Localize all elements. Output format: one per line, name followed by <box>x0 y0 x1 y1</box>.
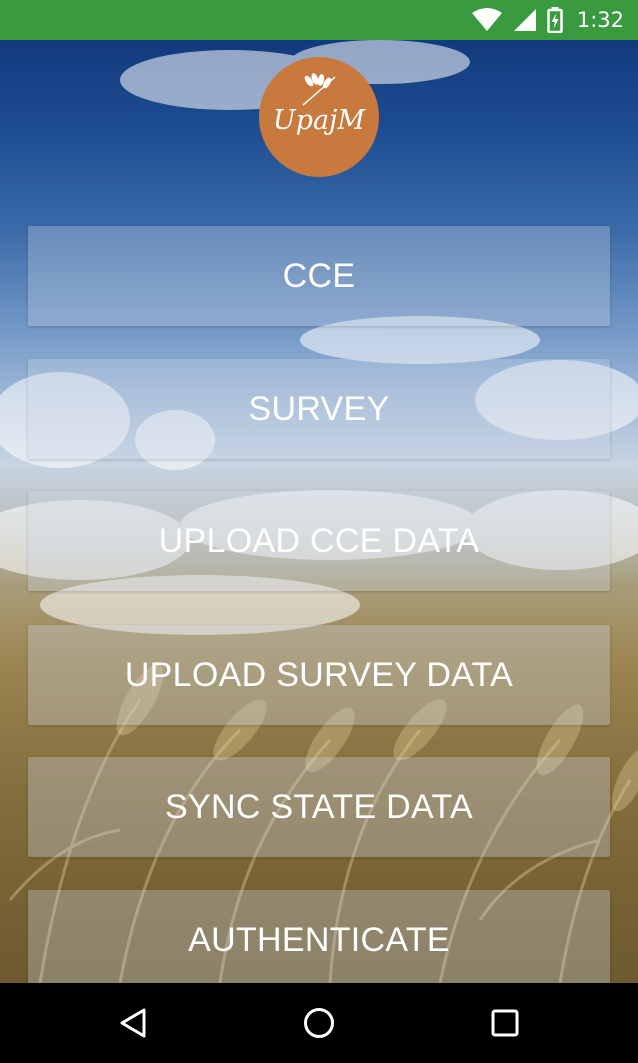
cellular-signal-icon <box>513 8 537 32</box>
survey-button[interactable]: SURVEY <box>28 359 610 459</box>
wheat-icon <box>302 73 336 106</box>
back-icon[interactable] <box>118 1007 150 1043</box>
logo-text: UpajM <box>272 105 366 136</box>
upload-cce-data-button[interactable]: UPLOAD CCE DATA <box>28 491 610 591</box>
status-bar: 1:32 <box>0 0 638 40</box>
app-logo: UpajM <box>259 57 379 177</box>
status-time: 1:32 <box>576 8 624 32</box>
authenticate-button[interactable]: AUTHENTICATE <box>28 890 610 983</box>
navigation-bar <box>0 983 638 1063</box>
sync-state-data-button[interactable]: SYNC STATE DATA <box>28 757 610 857</box>
battery-charging-icon <box>547 7 563 33</box>
upload-survey-data-button[interactable]: UPLOAD SURVEY DATA <box>28 625 610 725</box>
wifi-icon <box>471 8 503 32</box>
recents-icon[interactable] <box>490 1007 520 1043</box>
main-screen: UpajM CCE SURVEY UPLOAD CCE DATA UPLOAD … <box>0 40 638 983</box>
home-icon[interactable] <box>302 1007 336 1043</box>
cce-button[interactable]: CCE <box>28 226 610 326</box>
